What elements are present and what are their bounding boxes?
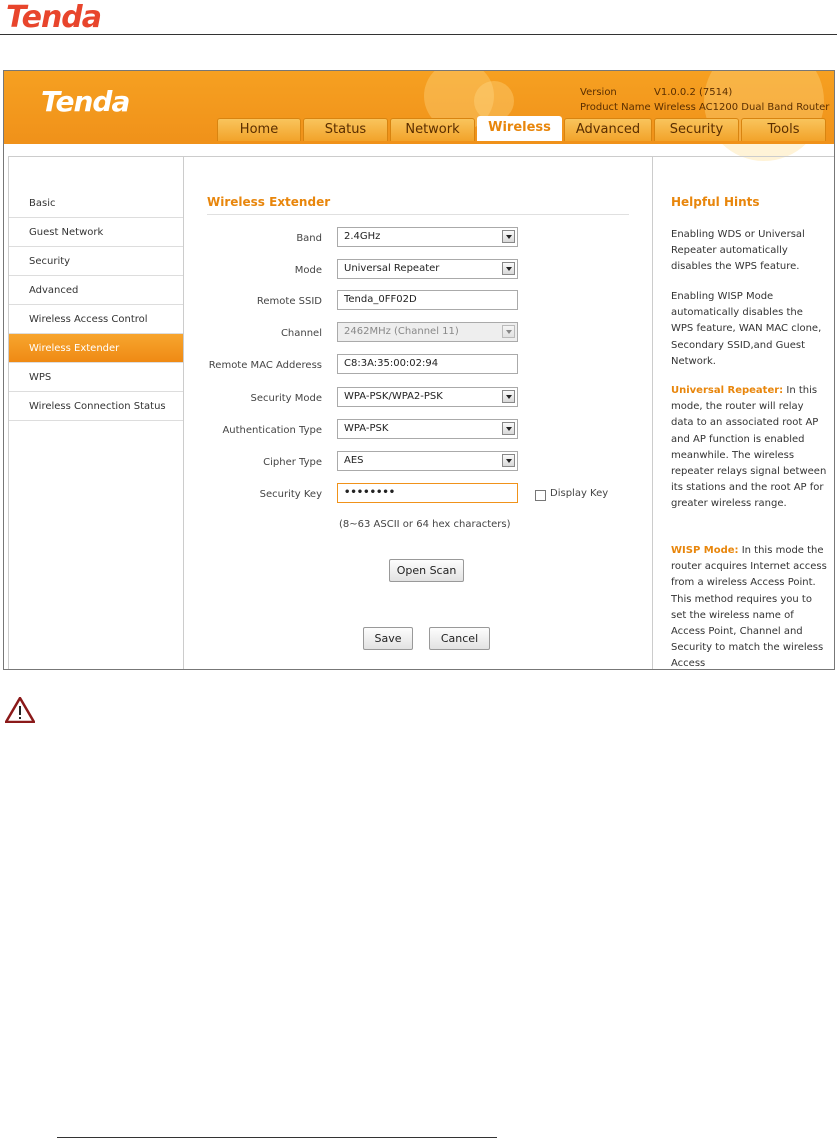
warning-icon bbox=[5, 697, 35, 723]
tab-status[interactable]: Status bbox=[303, 118, 388, 141]
tab-tools[interactable]: Tools bbox=[741, 118, 826, 141]
mode-label: Mode bbox=[294, 265, 322, 276]
version-info: Version V1.0.0.2 (7514) Product Name Wirel… bbox=[580, 85, 829, 115]
channel-value: 2462MHz (Channel 11) bbox=[344, 326, 459, 337]
band-select[interactable]: 2.4GHz bbox=[337, 227, 518, 247]
sidebar: Basic Guest Network Security Advanced Wi… bbox=[8, 156, 184, 669]
hint-wisp-mode: WISP Mode: In this mode the router acqui… bbox=[671, 543, 827, 670]
chevron-down-icon bbox=[502, 390, 515, 403]
hint-wds: Enabling WDS or Universal Repeater autom… bbox=[671, 229, 805, 273]
sidebar-item-wireless-extender[interactable]: Wireless Extender bbox=[9, 334, 183, 363]
band-label: Band bbox=[296, 233, 322, 244]
header-rule bbox=[0, 34, 837, 35]
hint-wisp: Enabling WISP Mode automatically disable… bbox=[671, 291, 822, 367]
sidebar-item-basic[interactable]: Basic bbox=[9, 189, 183, 218]
display-key-checkbox[interactable] bbox=[535, 490, 546, 501]
chevron-down-icon bbox=[502, 422, 515, 435]
open-scan-button[interactable]: Open Scan bbox=[389, 559, 464, 582]
sidebar-item-wps[interactable]: WPS bbox=[9, 363, 183, 392]
cipher-type-label: Cipher Type bbox=[263, 457, 322, 468]
page-title: Wireless Extender bbox=[207, 195, 331, 209]
tab-wireless[interactable]: Wireless bbox=[477, 116, 562, 141]
sidebar-item-advanced[interactable]: Advanced bbox=[9, 276, 183, 305]
hints-title: Helpful Hints bbox=[671, 195, 760, 209]
product-name-label: Product Name bbox=[580, 102, 651, 113]
security-key-hint: (8~63 ASCII or 64 hex characters) bbox=[339, 519, 511, 530]
channel-label: Channel bbox=[280, 328, 322, 339]
channel-select: 2462MHz (Channel 11) bbox=[337, 322, 518, 342]
helpful-hints-panel: Helpful Hints Enabling WDS or Universal … bbox=[652, 156, 834, 670]
sidebar-item-security[interactable]: Security bbox=[9, 247, 183, 276]
band-value: 2.4GHz bbox=[344, 231, 381, 242]
hint-universal-repeater-keyword: Universal Repeater: bbox=[671, 385, 784, 396]
security-mode-label: Security Mode bbox=[250, 393, 323, 404]
hint-wisp-mode-text: In this mode the router acquires Interne… bbox=[671, 545, 827, 670]
chevron-down-icon bbox=[502, 325, 515, 338]
remote-mac-label: Remote MAC Adderess bbox=[208, 360, 322, 371]
tab-advanced[interactable]: Advanced bbox=[564, 118, 652, 141]
footnote-rule bbox=[57, 1137, 497, 1138]
authentication-type-value: WPA-PSK bbox=[344, 423, 389, 434]
remote-ssid-input[interactable]: Tenda_0FF02D bbox=[337, 290, 518, 310]
tenda-document-logo: Tenda bbox=[6, 0, 102, 35]
mode-value: Universal Repeater bbox=[344, 263, 440, 274]
banner-decoration bbox=[474, 81, 514, 121]
cancel-button[interactable]: Cancel bbox=[429, 627, 490, 650]
sidebar-item-wireless-access-control[interactable]: Wireless Access Control bbox=[9, 305, 183, 334]
save-button[interactable]: Save bbox=[363, 627, 413, 650]
version-label: Version bbox=[580, 87, 617, 98]
cipher-type-value: AES bbox=[344, 455, 364, 466]
banner-decoration bbox=[704, 71, 824, 161]
hint-universal-repeater-text: In this mode, the router will relay data… bbox=[671, 385, 827, 510]
tab-network[interactable]: Network bbox=[390, 118, 475, 141]
sidebar-item-wireless-connection-status[interactable]: Wireless Connection Status bbox=[9, 392, 183, 421]
top-banner: Tenda Version V1.0.0.2 (7514) Product Nam… bbox=[4, 71, 834, 161]
tab-security[interactable]: Security bbox=[654, 118, 739, 141]
mode-select[interactable]: Universal Repeater bbox=[337, 259, 518, 279]
chevron-down-icon bbox=[502, 230, 515, 243]
authentication-type-select[interactable]: WPA-PSK bbox=[337, 419, 518, 439]
banner-bottom-line bbox=[4, 141, 834, 144]
security-key-input[interactable]: •••••••• bbox=[337, 483, 518, 503]
chevron-down-icon bbox=[502, 262, 515, 275]
display-key-label: Display Key bbox=[550, 488, 609, 499]
security-mode-select[interactable]: WPA-PSK/WPA2-PSK bbox=[337, 387, 518, 407]
sidebar-item-guest-network[interactable]: Guest Network bbox=[9, 218, 183, 247]
hint-wisp-mode-keyword: WISP Mode: bbox=[671, 545, 739, 556]
version-value: V1.0.0.2 (7514) bbox=[654, 87, 733, 98]
authentication-type-label: Authentication Type bbox=[222, 425, 322, 436]
hint-universal-repeater: Universal Repeater: In this mode, the ro… bbox=[671, 383, 827, 513]
remote-mac-input[interactable]: C8:3A:35:00:02:94 bbox=[337, 354, 518, 374]
remote-ssid-label: Remote SSID bbox=[256, 296, 322, 307]
security-key-label: Security Key bbox=[259, 489, 322, 500]
router-web-ui: Tenda Version V1.0.0.2 (7514) Product Nam… bbox=[3, 70, 835, 670]
chevron-down-icon bbox=[502, 454, 515, 467]
tenda-logo: Tenda bbox=[41, 85, 130, 118]
cipher-type-select[interactable]: AES bbox=[337, 451, 518, 471]
title-rule bbox=[207, 214, 629, 215]
product-name-value: Wireless AC1200 Dual Band Router bbox=[654, 102, 830, 113]
security-mode-value: WPA-PSK/WPA2-PSK bbox=[344, 391, 443, 402]
tab-home[interactable]: Home bbox=[217, 118, 301, 141]
main-content: Wireless Extender Band 2.4GHz Mode Unive… bbox=[182, 156, 652, 669]
